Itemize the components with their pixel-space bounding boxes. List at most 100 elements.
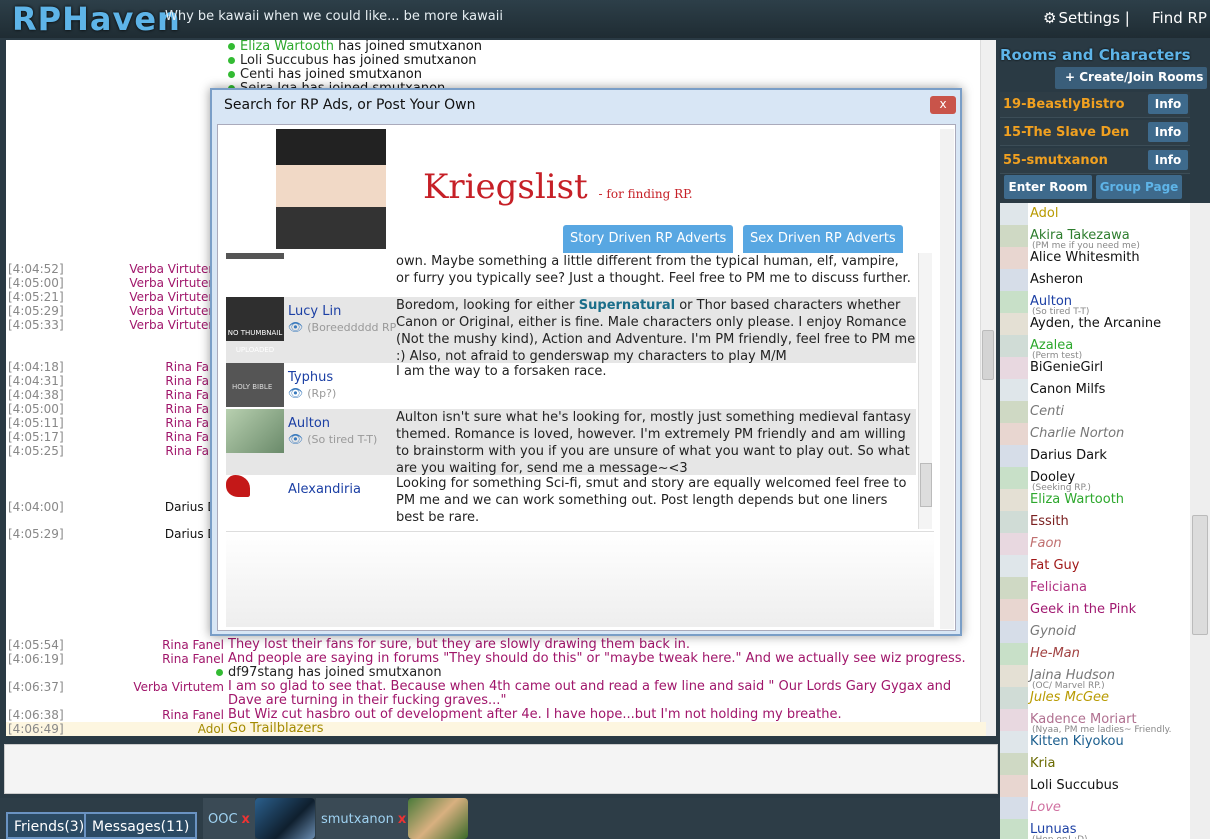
chat-input[interactable]: [4, 744, 998, 794]
story-driven-tab[interactable]: Story Driven RP Adverts: [563, 225, 734, 253]
character-name: Centi: [1030, 404, 1065, 419]
chat-user[interactable]: Rina Fane: [64, 444, 224, 458]
close-icon[interactable]: x: [398, 812, 406, 827]
character-item[interactable]: Eliza Wartooth: [1000, 489, 1190, 511]
chat-user[interactable]: Adol: [74, 722, 224, 736]
character-item[interactable]: Darius Dark: [1000, 445, 1190, 467]
chat-user[interactable]: Loli Succubus: [240, 53, 329, 68]
ad-author[interactable]: Alexandiria: [288, 481, 361, 498]
room-info-button[interactable]: Info: [1148, 150, 1188, 170]
chat-user[interactable]: Rina Fane: [64, 430, 224, 444]
chat-user[interactable]: Rina Fanel: [74, 652, 224, 666]
chat-user[interactable]: Rina Fanel: [74, 638, 224, 652]
room-name: 55-smutxanon: [1003, 153, 1108, 168]
character-item[interactable]: Feliciana: [1000, 577, 1190, 599]
room-info-button[interactable]: Info: [1148, 122, 1188, 142]
ad-item[interactable]: Alexandiria Looking for something Sci-fi,…: [226, 475, 916, 529]
chat-user[interactable]: Rina Fanel: [74, 708, 224, 722]
character-item[interactable]: Azalea (Perm test): [1000, 335, 1190, 361]
ad-author[interactable]: Aulton: [288, 415, 330, 432]
ad-item[interactable]: Aulton 👁 (So tired T-T) Aulton isn't sure w…: [226, 409, 916, 476]
character-item[interactable]: Dooley (Seeking RP.): [1000, 467, 1190, 493]
group-page-button[interactable]: Group Page: [1096, 175, 1182, 199]
friends-tab[interactable]: Friends(3): [6, 812, 93, 839]
character-name: Eliza Wartooth: [1030, 492, 1125, 507]
ad-text-bold: Supernatural: [578, 298, 676, 313]
character-name: BiGenieGirl: [1030, 360, 1104, 375]
ad-list-scrollbar[interactable]: [918, 253, 932, 529]
settings-link[interactable]: ⚙ Settings |: [1043, 9, 1130, 27]
avatar: [1000, 621, 1028, 643]
ad-author[interactable]: Lucy Lin: [288, 303, 341, 320]
character-item[interactable]: Gynoid: [1000, 621, 1190, 643]
character-item[interactable]: He-Man: [1000, 643, 1190, 665]
character-item[interactable]: Geek in the Pink: [1000, 599, 1190, 621]
dialog-scrollbar[interactable]: [940, 129, 954, 629]
chat-user[interactable]: Verba Virtuten: [76, 262, 216, 276]
chat-user[interactable]: Rina Fane: [64, 374, 224, 388]
character-item[interactable]: Loli Succubus: [1000, 775, 1190, 797]
character-item[interactable]: Centi: [1000, 401, 1190, 423]
chat-user[interactable]: Verba Virtuten: [76, 318, 216, 332]
ad-scroll-thumb[interactable]: [920, 463, 932, 507]
chat-line: [4:06:49] Adol Go Trailblazers: [6, 722, 986, 736]
character-item[interactable]: Asheron: [1000, 269, 1190, 291]
close-icon[interactable]: x: [930, 96, 956, 114]
chat-message: They lost their fans for sure, but they …: [228, 638, 690, 652]
room-info-button[interactable]: Info: [1148, 94, 1188, 114]
character-item[interactable]: Kria: [1000, 753, 1190, 775]
character-scrollbar[interactable]: [1190, 203, 1210, 839]
character-item[interactable]: Love: [1000, 797, 1190, 819]
chat-user[interactable]: Rina Fane: [64, 388, 224, 402]
messages-tab[interactable]: Messages(11): [84, 812, 198, 839]
tagline: Why be kawaii when we could like... be m…: [165, 9, 503, 24]
character-item[interactable]: Kitten Kiyokou: [1000, 731, 1190, 753]
character-item[interactable]: Aulton (So tired T-T): [1000, 291, 1190, 317]
ad-item[interactable]: own. Maybe something a little different …: [226, 253, 916, 297]
chat-user[interactable]: Eliza Wartooth: [240, 40, 334, 54]
character-item[interactable]: Essith: [1000, 511, 1190, 533]
character-item[interactable]: Charlie Norton: [1000, 423, 1190, 445]
enter-room-button[interactable]: Enter Room: [1004, 175, 1092, 199]
chat-user[interactable]: Rina Fane: [64, 402, 224, 416]
character-item[interactable]: Canon Milfs: [1000, 379, 1190, 401]
chat-user[interactable]: Rina Fane: [64, 416, 224, 430]
logo[interactable]: RPHaven: [12, 0, 181, 38]
chat-user[interactable]: Darius Da: [64, 527, 224, 541]
smutxanon-tab[interactable]: smutxanon x: [321, 812, 406, 827]
character-name: Geek in the Pink: [1030, 602, 1137, 617]
character-item[interactable]: Jaina Hudson (OC/ Marvel RP.): [1000, 665, 1190, 691]
chat-user[interactable]: Verba Virtuten: [76, 276, 216, 290]
timestamp: [4:05:00]: [8, 276, 64, 290]
sex-driven-tab[interactable]: Sex Driven RP Adverts: [743, 225, 903, 253]
character-item[interactable]: Lunuas(Hop on! :D): [1000, 819, 1190, 839]
chat-user[interactable]: Verba Virtutem: [74, 680, 224, 694]
close-icon[interactable]: x: [242, 812, 250, 827]
chat-user[interactable]: Verba Virtuten: [76, 290, 216, 304]
timestamp: [4:04:31]: [8, 374, 64, 388]
chat-user[interactable]: Darius Da: [64, 500, 224, 514]
find-rp-link[interactable]: Find RP: [1152, 9, 1207, 27]
character-item[interactable]: Ayden, the Arcanine: [1000, 313, 1190, 335]
banner-mascot-image: [276, 129, 386, 249]
ad-item[interactable]: HOLY BIBLE Typhus 👁 (Rp?) I am the way to a …: [226, 363, 916, 409]
character-item[interactable]: Akira Takezawa (PM me if you need me): [1000, 225, 1190, 251]
chat-user[interactable]: Rina Fane: [64, 360, 224, 374]
ooc-tab[interactable]: OOC x: [208, 812, 250, 827]
character-item[interactable]: Kadence Moriart (Nyaa, PM me ladies~ Frie…: [1000, 709, 1190, 735]
chat-user[interactable]: Centi: [240, 67, 274, 82]
character-item[interactable]: Faon: [1000, 533, 1190, 555]
character-item[interactable]: Fat Guy: [1000, 555, 1190, 577]
ad-item[interactable]: NO THUMBNAIL UPLOADED Lucy Lin 👁 (Boreedddd…: [226, 297, 916, 364]
ad-author[interactable]: Typhus: [288, 369, 333, 386]
ad-author-status: 👁 (Rp?): [288, 385, 336, 402]
timestamp: [4:04:00]: [8, 500, 64, 514]
character-item[interactable]: Alice Whitesmith: [1000, 247, 1190, 269]
character-scroll-thumb[interactable]: [1192, 515, 1208, 635]
character-item[interactable]: Adol: [1000, 203, 1190, 225]
timestamp: [4:06:38]: [8, 708, 64, 722]
chat-user[interactable]: Verba Virtuten: [76, 304, 216, 318]
create-join-rooms-button[interactable]: + Create/Join Rooms: [1055, 67, 1207, 89]
character-item[interactable]: BiGenieGirl: [1000, 357, 1190, 379]
character-item[interactable]: Jules McGee: [1000, 687, 1190, 709]
